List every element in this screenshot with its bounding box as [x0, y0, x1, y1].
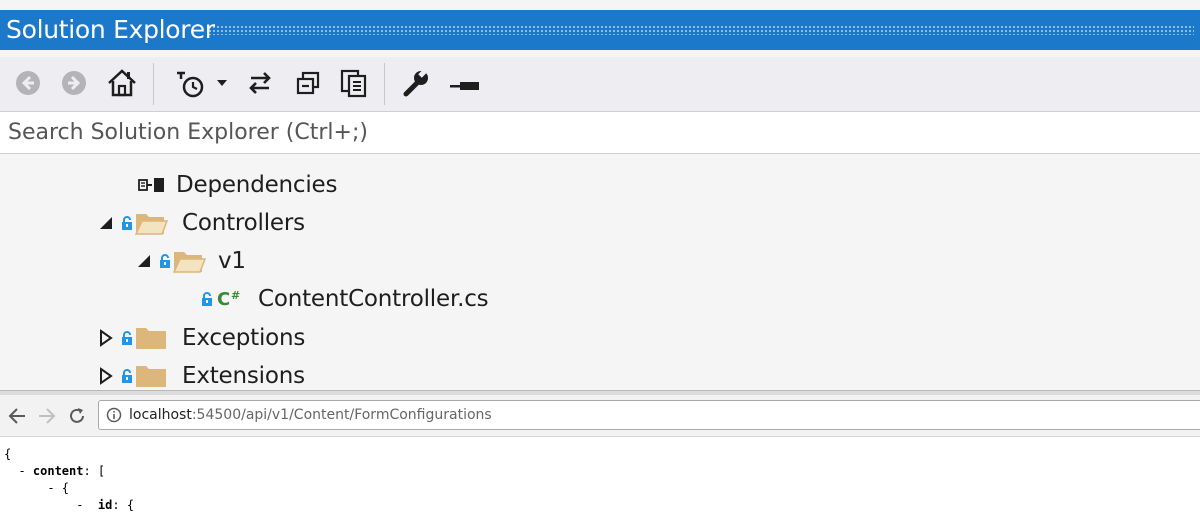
show-all-files-button[interactable]	[336, 65, 372, 101]
show-all-files-icon	[338, 67, 370, 99]
json-line: - {	[4, 480, 69, 497]
titlebar-grip	[208, 25, 1194, 35]
json-collapse-toggle[interactable]: - {	[4, 481, 69, 495]
json-line: {	[4, 446, 11, 463]
folder-open-icon	[172, 248, 218, 274]
toolbar-separator	[384, 63, 385, 105]
tree-item-controllers[interactable]: Controllers	[92, 205, 305, 241]
solution-explorer-titlebar: Solution Explorer	[0, 0, 1200, 57]
collapse-all-button[interactable]	[290, 65, 326, 101]
collapse-all-icon	[293, 68, 323, 98]
dependencies-icon	[136, 177, 176, 193]
tree-item-v1[interactable]: v1	[130, 243, 246, 279]
address-bar[interactable]: localhost:54500/api/v1/Content/FormConfi…	[98, 400, 1200, 430]
json-line: - id: {	[4, 497, 134, 514]
tree-item-dependencies[interactable]: Dependencies	[136, 167, 337, 203]
lock-icon	[158, 254, 172, 268]
json-punct: : [	[83, 464, 106, 478]
filter-dropdown-button[interactable]	[212, 65, 232, 101]
solution-tree: Dependencies Controllers v1 C # ContentC…	[0, 154, 1200, 390]
lock-icon	[198, 292, 216, 306]
json-key: id	[97, 498, 113, 512]
home-button[interactable]	[104, 65, 140, 101]
forward-button[interactable]	[56, 65, 92, 101]
home-icon	[106, 67, 138, 99]
toolbar-separator	[153, 63, 154, 105]
info-icon[interactable]	[106, 407, 122, 423]
sync-active-document-button[interactable]	[242, 65, 278, 101]
browser-toolbar: localhost:54500/api/v1/Content/FormConfi…	[0, 395, 1200, 437]
browser-forward-button[interactable]	[34, 403, 60, 429]
json-brace: {	[4, 447, 12, 461]
back-button[interactable]	[10, 65, 46, 101]
tree-item-exceptions[interactable]: Exceptions	[92, 320, 305, 356]
tree-item-label: Exceptions	[182, 325, 306, 351]
json-response: { - content: [ - { - id: {	[4, 446, 1194, 514]
forward-icon	[60, 69, 88, 97]
browser-reload-button[interactable]	[64, 403, 90, 429]
collapsed-arrow-icon[interactable]	[92, 329, 120, 347]
tree-item-label: v1	[218, 248, 246, 274]
arrow-left-icon	[8, 407, 26, 425]
reload-icon	[68, 407, 86, 425]
json-punct: : {	[112, 498, 135, 512]
titlebar-band[interactable]: Solution Explorer	[0, 10, 1200, 50]
folder-icon	[134, 363, 182, 389]
pending-changes-filter-icon	[173, 67, 207, 99]
preview-selected-items-icon	[447, 73, 481, 93]
lock-icon	[120, 369, 134, 383]
panel-title: Solution Explorer	[6, 15, 215, 44]
tree-item-label: Controllers	[182, 210, 305, 236]
csharp-file-icon: C #	[216, 288, 258, 310]
json-collapse-toggle[interactable]: -	[4, 498, 98, 512]
chevron-down-icon	[216, 79, 228, 87]
url-host: localhost	[129, 407, 192, 423]
expanded-arrow-icon[interactable]	[92, 216, 120, 230]
tree-item-extensions[interactable]: Extensions	[92, 358, 305, 394]
preview-selected-items-button[interactable]	[446, 65, 482, 101]
pending-changes-filter-button[interactable]	[170, 65, 210, 101]
json-key: content	[32, 464, 84, 478]
tree-item-label: ContentController.cs	[258, 286, 489, 312]
json-line: - content: [	[4, 463, 105, 480]
lock-icon	[120, 216, 134, 230]
lock-icon	[120, 331, 134, 345]
back-icon	[14, 69, 42, 97]
search-input[interactable]	[0, 112, 1200, 153]
tree-item-label: Extensions	[182, 363, 305, 389]
search-bar	[0, 111, 1200, 154]
expanded-arrow-icon[interactable]	[130, 254, 158, 268]
json-collapse-toggle[interactable]: -	[4, 464, 33, 478]
tree-item-contentcontroller[interactable]: C # ContentController.cs	[198, 281, 489, 317]
browser-back-button[interactable]	[4, 403, 30, 429]
url-path: :54500/api/v1/Content/FormConfigurations	[191, 407, 492, 423]
url-text: localhost:54500/api/v1/Content/FormConfi…	[129, 407, 492, 423]
svg-text:#: #	[231, 289, 240, 302]
svg-text:C: C	[217, 289, 230, 310]
folder-icon	[134, 325, 182, 351]
solution-explorer-toolbar	[0, 57, 1200, 111]
tree-item-label: Dependencies	[176, 172, 338, 198]
wrench-icon	[401, 68, 431, 98]
collapsed-arrow-icon[interactable]	[92, 367, 120, 385]
arrow-right-icon	[38, 407, 56, 425]
properties-button[interactable]	[398, 65, 434, 101]
folder-open-icon	[134, 210, 182, 236]
sync-active-document-icon	[245, 68, 275, 98]
